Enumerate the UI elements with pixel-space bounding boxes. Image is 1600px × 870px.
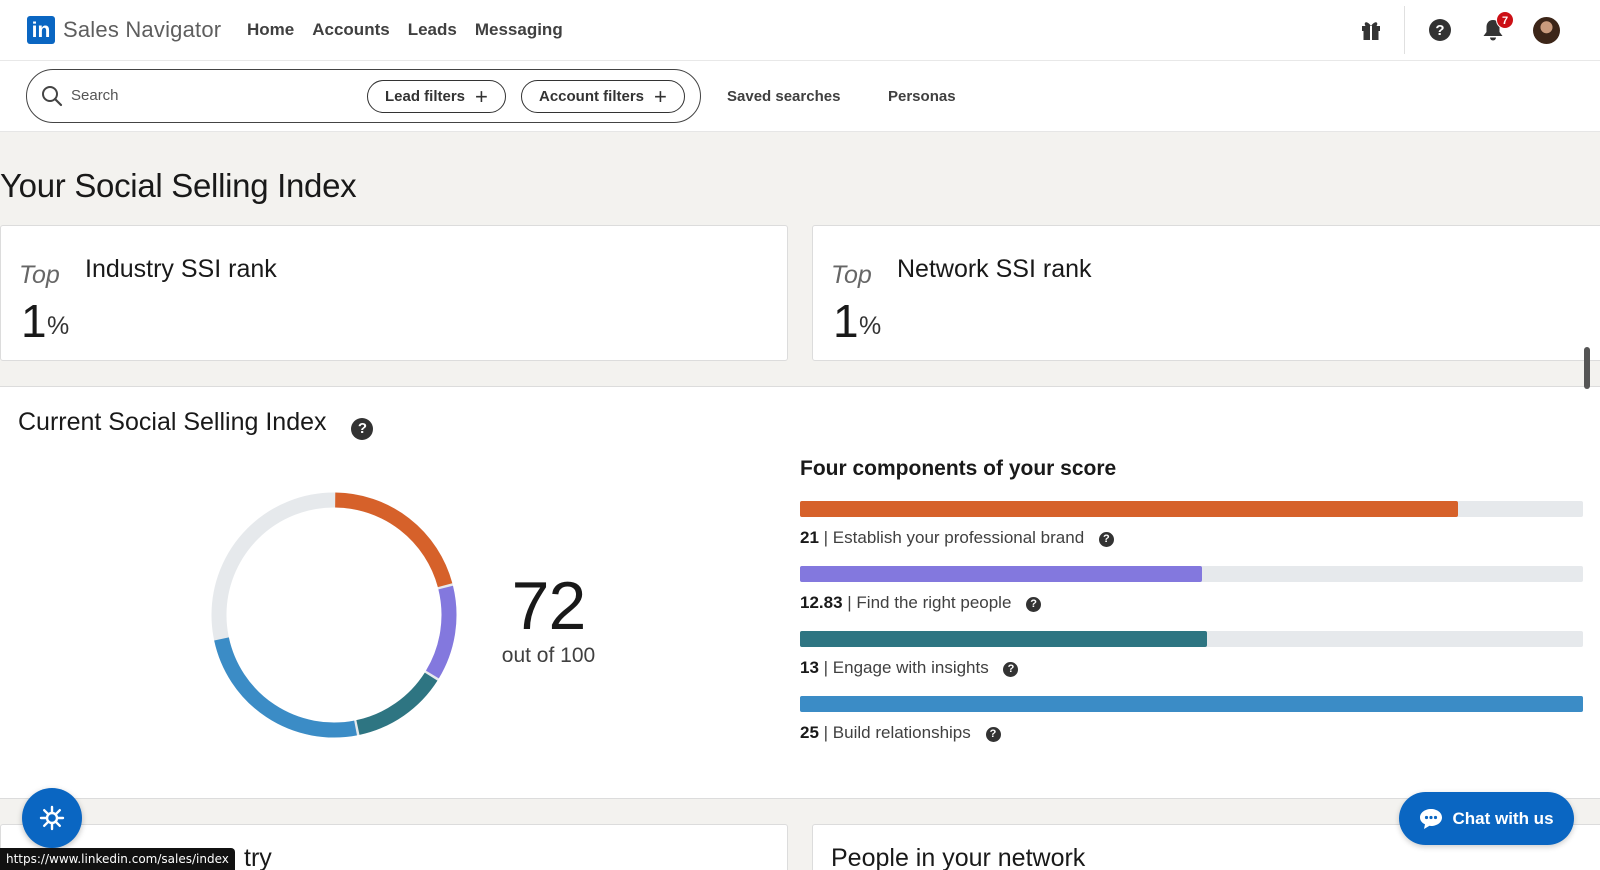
network-rank-card: Top Network SSI rank 1 %	[812, 225, 1600, 361]
component-score: 25	[800, 723, 819, 742]
donut-segment-1	[334, 492, 453, 588]
industry-rank-card: Top Industry SSI rank 1 %	[0, 225, 788, 361]
notification-count-badge: 7	[1496, 11, 1514, 29]
plus-icon: +	[475, 83, 488, 109]
component-bar-fill	[800, 566, 1202, 582]
nav-link-messaging[interactable]: Messaging	[475, 20, 563, 40]
component-score: 13	[800, 658, 819, 677]
nav-divider	[1404, 6, 1405, 54]
component-bar-track	[800, 631, 1583, 647]
ssi-donut-chart	[211, 492, 457, 738]
ssi-score-value: 72	[511, 568, 587, 644]
component-help-icon[interactable]: ?	[1098, 532, 1114, 547]
main-nav-links: Home Accounts Leads Messaging	[247, 20, 581, 40]
help-icon[interactable]: ?	[1426, 16, 1454, 44]
donut-segment-2	[425, 585, 457, 679]
search-input[interactable]: Search	[71, 87, 119, 104]
linkedin-logo-icon: in	[27, 16, 55, 44]
svg-text:?: ?	[1435, 22, 1444, 39]
component-label: 12.83 | Find the right people ?	[800, 593, 1042, 613]
search-container: Search Lead filters + Account filters +	[26, 69, 701, 123]
component-name: Establish your professional brand	[832, 528, 1085, 547]
lead-filters-button[interactable]: Lead filters +	[367, 80, 506, 113]
component-name: Find the right people	[856, 593, 1012, 612]
component-label: 25 | Build relationships ?	[800, 723, 1001, 743]
top-navigation: in Sales Navigator Home Accounts Leads M…	[0, 0, 1600, 61]
current-ssi-card: Current Social Selling Index ? 72 out of…	[0, 386, 1600, 799]
sparkle-icon	[39, 805, 65, 831]
network-rank-unit: %	[859, 312, 882, 340]
network-card-title: People in your network	[831, 844, 1086, 870]
lead-filters-label: Lead filters	[385, 88, 466, 105]
component-bar-track	[800, 501, 1583, 517]
component-help-icon[interactable]: ?	[1003, 662, 1019, 677]
page-title: Your Social Selling Index	[0, 167, 357, 204]
accessibility-widget-button[interactable]	[22, 788, 82, 848]
component-help-icon[interactable]: ?	[985, 727, 1001, 742]
industry-rank-value: 1	[21, 295, 47, 347]
plus-icon: +	[654, 83, 667, 109]
ssi-score-subtitle: out of 100	[501, 644, 596, 667]
ssi-help-icon[interactable]: ?	[351, 418, 374, 440]
rank-top-prefix: Top	[19, 261, 60, 289]
notifications-bell-icon[interactable]: 7	[1479, 11, 1514, 44]
logo-text: Sales Navigator	[63, 17, 222, 42]
component-bar-fill	[800, 696, 1583, 712]
chat-button-label: Chat with us	[1452, 808, 1554, 828]
nav-link-home[interactable]: Home	[247, 20, 294, 40]
donut-segment-3	[356, 672, 438, 735]
account-filters-button[interactable]: Account filters +	[521, 80, 685, 113]
industry-rank-unit: %	[47, 312, 70, 340]
sales-navigator-logo[interactable]: in Sales Navigator	[27, 16, 221, 44]
component-bar-track	[800, 696, 1583, 712]
component-bar-fill	[800, 501, 1458, 517]
page-scrollbar[interactable]	[1584, 347, 1590, 389]
component-bar-fill	[800, 631, 1208, 647]
component-help-icon[interactable]: ?	[1026, 597, 1042, 612]
nav-link-accounts[interactable]: Accounts	[312, 20, 389, 40]
component-bar-track	[800, 566, 1583, 582]
user-avatar[interactable]	[1533, 17, 1560, 44]
component-label: 13 | Engage with insights ?	[800, 658, 1019, 678]
component-name: Build relationships	[832, 723, 971, 742]
rank-top-prefix: Top	[831, 261, 872, 289]
search-toolbar: Search Lead filters + Account filters + …	[0, 61, 1600, 132]
gift-icon[interactable]	[1357, 16, 1385, 44]
current-ssi-heading: Current Social Selling Index ?	[18, 408, 374, 440]
component-label: 21 | Establish your professional brand ?	[800, 528, 1114, 548]
status-bar-url: https://www.linkedin.com/sales/index	[0, 848, 235, 870]
network-rank-title: Network SSI rank	[897, 255, 1092, 283]
network-rank-value: 1	[833, 295, 859, 347]
industry-card-title: try	[244, 844, 272, 870]
personas-link[interactable]: Personas	[888, 88, 956, 105]
components-title: Four components of your score	[800, 457, 1117, 480]
nav-link-leads[interactable]: Leads	[408, 20, 457, 40]
component-name: Engage with insights	[832, 658, 989, 677]
saved-searches-link[interactable]: Saved searches	[727, 88, 840, 105]
chat-with-us-button[interactable]: Chat with us	[1399, 792, 1574, 845]
account-filters-label: Account filters	[539, 88, 645, 105]
search-icon	[40, 84, 64, 113]
current-ssi-title: Current Social Selling Index	[18, 408, 327, 436]
industry-rank-title: Industry SSI rank	[85, 255, 277, 283]
chat-bubble-icon	[1420, 808, 1443, 829]
component-score: 12.83	[800, 593, 843, 612]
component-score: 21	[800, 528, 819, 547]
donut-segment-4	[214, 637, 357, 738]
